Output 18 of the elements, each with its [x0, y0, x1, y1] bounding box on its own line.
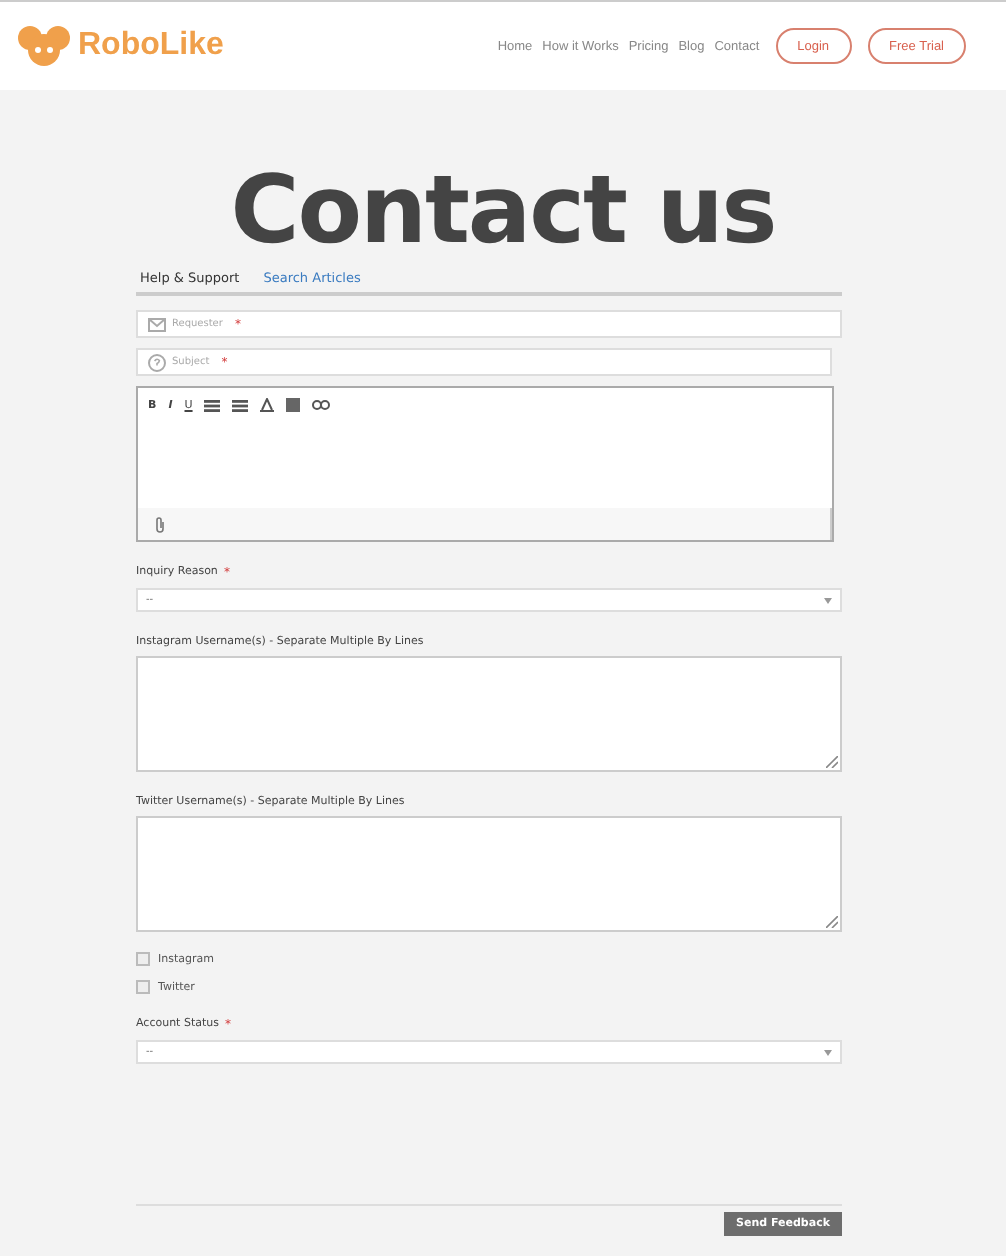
- caret-icon: [824, 597, 832, 603]
- help-icon: [148, 353, 166, 371]
- mail-icon: [148, 317, 166, 331]
- caret-icon: [824, 1049, 832, 1055]
- logo-icon: [16, 24, 72, 68]
- page-title: Contact us: [228, 158, 778, 266]
- resize-handle-icon[interactable]: [826, 916, 838, 928]
- resize-handle-icon[interactable]: [826, 756, 838, 768]
- list-icon: [204, 399, 221, 411]
- link-icon: [312, 400, 331, 410]
- highlight-icon: [286, 398, 301, 412]
- text-area[interactable]: [136, 816, 842, 932]
- font-color-icon: [260, 398, 275, 412]
- list-icon: [232, 399, 249, 411]
- attachment-icon[interactable]: [154, 515, 166, 533]
- checkbox[interactable]: [136, 980, 150, 994]
- checkbox[interactable]: [136, 952, 150, 966]
- text-area[interactable]: [136, 656, 842, 772]
